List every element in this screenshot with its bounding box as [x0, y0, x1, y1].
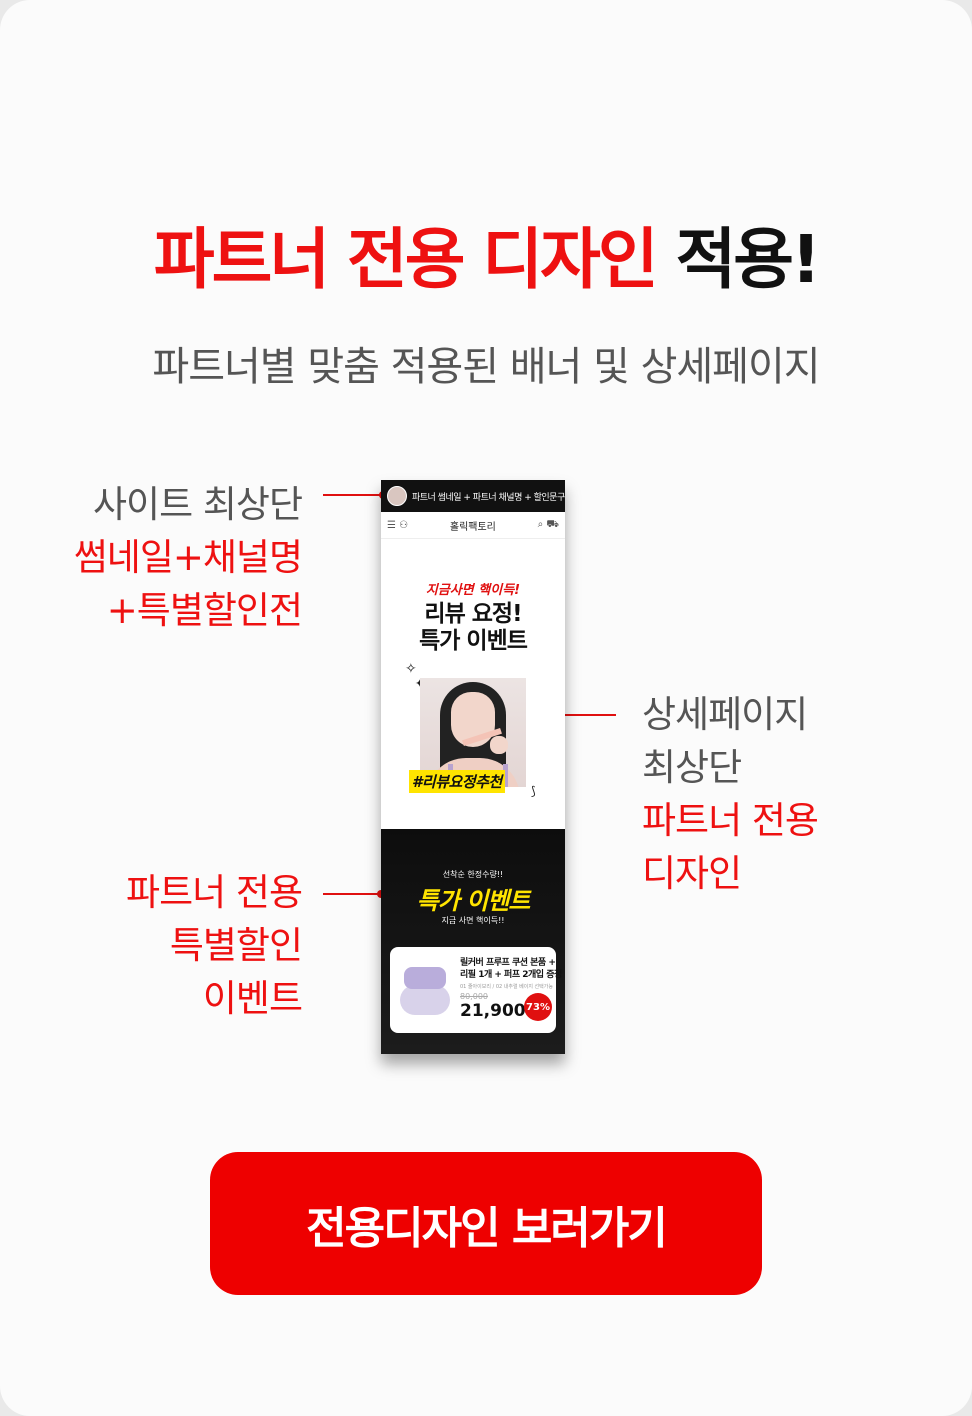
callout-bottom-left-line2: 특별할인	[169, 924, 303, 967]
product-title-line1: 릴커버 프루프 쿠션 본품 +	[460, 958, 556, 968]
callout-bottom-left-line	[323, 893, 381, 895]
callout-top-left-line	[323, 494, 381, 496]
phone-nav: ☰ ⚇ 홀릭팩토리 ⌕ ⛟	[381, 512, 565, 539]
callout-top-left: 사이트 최상단 썸네일+채널명 +특별할인전	[73, 478, 303, 637]
promo-card: 파트너 전용 디자인 적용! 파트너별 맞춤 적용된 배너 및 상세페이지 사이…	[0, 0, 972, 1416]
menu-icon[interactable]: ☰ ⚇	[387, 520, 408, 531]
event-small: 선착순 한정수량!!	[442, 870, 504, 879]
squiggle-icon: ⟆	[531, 784, 536, 798]
callout-bottom-left-line3: 이벤트	[202, 977, 303, 1020]
callout-right-line2: 최상단	[642, 746, 742, 789]
hero-tag: 지금사면 핵이득!	[425, 583, 521, 598]
hero-title: 리뷰 요정! 특가 이벤트	[381, 601, 565, 655]
callout-bottom-left-line1: 파트너 전용	[126, 871, 303, 914]
photo-label: #리뷰요정추천	[409, 770, 505, 793]
avatar	[387, 486, 407, 506]
product-option: 01 줄아이보리 / 02 내추럴 베이지 선택가능	[460, 984, 553, 990]
headline-black: 적용!	[675, 221, 822, 298]
subhead: 파트너별 맞춤 적용된 배너 및 상세페이지	[152, 344, 820, 390]
event-sub: 지금 사면 핵이득!!	[441, 916, 505, 925]
callout-top-left-line2: 썸네일+채널명	[73, 536, 303, 579]
callout-top-left-line3: +특별할인전	[106, 589, 303, 632]
original-price: 80,000	[460, 992, 488, 1001]
callout-right: 상세페이지 최상단 파트너 전용 디자인	[642, 688, 819, 900]
phone-top-bar-text: 파트너 썸네일 + 파트너 채널명 + 할인문구	[412, 492, 565, 503]
sale-price: 21,900	[460, 1001, 526, 1021]
phone-mockup: 파트너 썸네일 + 파트너 채널명 + 할인문구 ☰ ⚇ 홀릭팩토리 ⌕ ⛟ 지…	[381, 480, 565, 1054]
product-title-line2: 리필 1개 + 퍼프 2개입 증정	[460, 970, 562, 980]
event-title: 특가 이벤트	[416, 887, 531, 915]
callout-right-line4: 디자인	[642, 852, 742, 895]
hero-title-line1: 리뷰 요정!	[424, 601, 522, 627]
callout-right-line3: 파트너 전용	[642, 799, 819, 842]
product-card[interactable]: 릴커버 프루프 쿠션 본품 + 리필 1개 + 퍼프 2개입 증정 01 줄아이…	[390, 947, 562, 1033]
callout-top-left-line1: 사이트 최상단	[92, 483, 303, 526]
phone-event-section: 선착순 한정수량!! 특가 이벤트 지금 사면 핵이득!! 릴커버 프루프 쿠션…	[381, 829, 565, 1054]
sparkle-icon: ✧	[405, 661, 417, 677]
hero-title-line2: 특가 이벤트	[419, 628, 528, 654]
headline-red: 파트너 전용 디자인	[153, 221, 659, 298]
callout-bottom-left: 파트너 전용 특별할인 이벤트	[126, 866, 303, 1025]
product-title: 릴커버 프루프 쿠션 본품 + 리필 1개 + 퍼프 2개입 증정	[460, 957, 562, 981]
site-name[interactable]: 홀릭팩토리	[450, 518, 496, 533]
cushion-image	[400, 967, 450, 1017]
headline: 파트너 전용 디자인 적용!	[0, 206, 972, 302]
view-design-button[interactable]: 전용디자인 보러가기	[210, 1152, 762, 1295]
search-cart-icons[interactable]: ⌕ ⛟	[538, 519, 559, 532]
phone-top-bar: 파트너 썸네일 + 파트너 채널명 + 할인문구	[381, 480, 565, 512]
callout-right-line1: 상세페이지	[642, 693, 808, 736]
discount-badge: 73%	[524, 993, 552, 1021]
